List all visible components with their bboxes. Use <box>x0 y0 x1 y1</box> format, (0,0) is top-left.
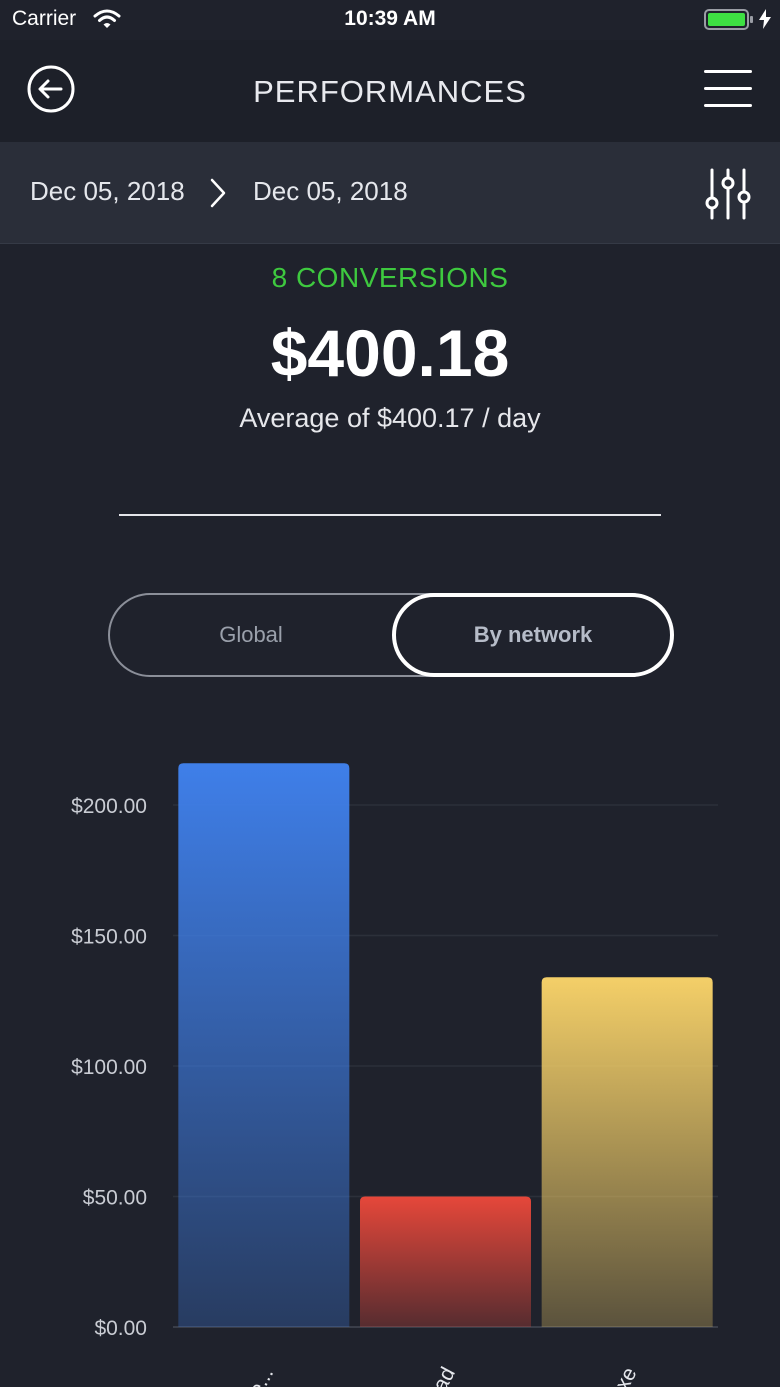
y-tick-label: $100.00 <box>71 1056 147 1079</box>
bar-0[interactable] <box>178 763 350 1327</box>
date-to[interactable]: Dec 05, 2018 <box>253 176 408 207</box>
date-from[interactable]: Dec 05, 2018 <box>30 176 185 207</box>
y-tick-label: $200.00 <box>71 795 147 818</box>
x-tick-label: lead <box>421 1364 460 1387</box>
view-toggle: Global By network <box>108 593 674 677</box>
status-time: 10:39 AM <box>344 7 436 30</box>
chart-svg: $0.00 $50.00 $100.00 $150.00 $200.00 ...te...… <box>71 763 718 1387</box>
tab-by-network[interactable]: By network <box>392 593 674 677</box>
page-title: PERFORMANCES <box>253 74 527 109</box>
x-tick-label: ...iaxe <box>595 1364 642 1387</box>
nav-bar: PERFORMANCES <box>0 40 780 142</box>
divider <box>119 514 661 516</box>
total-amount: $400.18 <box>270 316 510 390</box>
bar-1[interactable] <box>360 1196 531 1328</box>
y-tick-label: $0.00 <box>94 1317 147 1340</box>
charging-bolt-icon <box>759 9 771 29</box>
date-range-bar: Dec 05, 2018 Dec 05, 2018 <box>0 142 780 244</box>
average-per-day: Average of $400.17 / day <box>239 403 541 433</box>
bar-2[interactable] <box>541 977 713 1327</box>
y-tick-label: $50.00 <box>83 1187 147 1210</box>
sliders-icon[interactable] <box>702 168 754 220</box>
battery-icon <box>704 9 753 30</box>
status-bar: Carrier 10:39 AM <box>0 0 780 40</box>
y-tick-label: $150.00 <box>71 926 147 949</box>
hamburger-menu-icon[interactable] <box>704 68 752 110</box>
conversions-count: 8 CONVERSIONS <box>271 262 509 293</box>
network-bar-chart: $0.00 $50.00 $100.00 $150.00 $200.00 ...te...… <box>0 700 780 1387</box>
chevron-right-icon <box>210 178 226 208</box>
tab-global[interactable]: Global <box>110 595 392 675</box>
x-tick-label: ...te... <box>233 1364 278 1387</box>
